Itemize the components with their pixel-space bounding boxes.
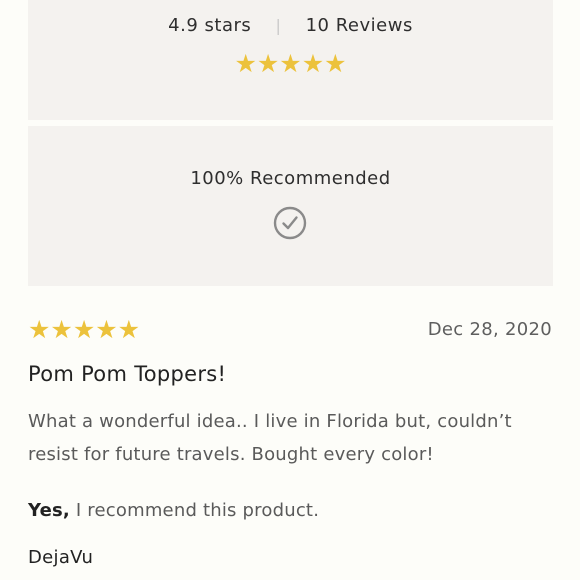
rating-summary: 4.9 stars | 10 Reviews (28, 15, 553, 36)
review-date: Dec 28, 2020 (427, 319, 552, 340)
review-body: What a wonderful idea.. I live in Florid… (28, 411, 512, 465)
check-circle-icon (273, 206, 307, 240)
review-rating-stars: ★★★★★ (28, 315, 141, 344)
review-count-link[interactable]: 10 Reviews (306, 15, 413, 36)
reviewer-name: DejaVu (28, 547, 94, 568)
summary-divider: | (275, 16, 282, 35)
recommendation-percent: 100% Recommended (190, 168, 391, 189)
rating-summary-panel: 4.9 stars | 10 Reviews ★★★★★ (28, 0, 553, 120)
recommend-text: I recommend this product. (69, 500, 320, 521)
recommend-yes: Yes, (28, 500, 70, 521)
average-rating-stars: ★★★★★ (234, 49, 347, 78)
review-recommendation: Yes, I recommend this product. (28, 500, 319, 521)
reviews-page: 4.9 stars | 10 Reviews ★★★★★ 100% Recomm… (0, 0, 580, 580)
average-rating: 4.9 stars (168, 15, 252, 36)
review-title: Pom Pom Toppers! (28, 362, 227, 386)
